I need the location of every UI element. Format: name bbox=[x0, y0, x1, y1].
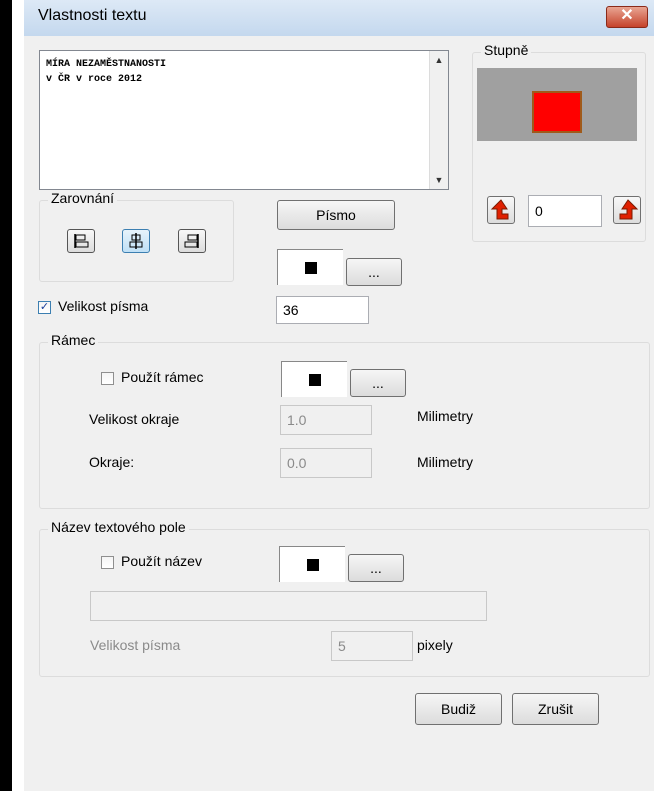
align-right-icon bbox=[184, 234, 199, 248]
ok-button-label: Budiž bbox=[440, 701, 477, 717]
font-size-input[interactable]: 36 bbox=[276, 296, 369, 324]
border-size-label: Velikost okraje bbox=[89, 411, 180, 427]
title-size-input[interactable]: 5 bbox=[331, 631, 413, 661]
title-bar: Vlastnosti textu ✕ bbox=[24, 0, 654, 36]
text-content: MÍRA NEZAMĚSTNANOSTI v ČR v roce 2012 bbox=[46, 57, 166, 87]
rotate-left-arrow-icon bbox=[490, 199, 509, 220]
dialog-body: MÍRA NEZAMĚSTNANOSTI v ČR v roce 2012 ▲ … bbox=[24, 36, 654, 791]
border-size-input[interactable]: 1.0 bbox=[280, 405, 372, 435]
rotate-right-button[interactable] bbox=[613, 196, 641, 224]
margin-unit: Milimetry bbox=[417, 454, 473, 470]
ok-button[interactable]: Budiž bbox=[415, 693, 502, 725]
text-line-2: v ČR v roce 2012 bbox=[46, 74, 143, 85]
rotation-preview bbox=[477, 68, 637, 141]
font-size-label: Velikost písma bbox=[58, 298, 149, 314]
font-color-swatch-fill bbox=[304, 261, 317, 274]
frame-color-swatch[interactable] bbox=[281, 361, 347, 397]
use-title-checkbox[interactable] bbox=[101, 556, 114, 569]
cancel-button-label: Zrušit bbox=[538, 701, 573, 717]
rotation-input[interactable]: 0 bbox=[528, 195, 602, 227]
frame-color-more-button[interactable]: ... bbox=[350, 369, 406, 397]
title-size-unit: pixely bbox=[417, 637, 453, 653]
rotate-left-button[interactable] bbox=[487, 196, 515, 224]
close-button[interactable]: ✕ bbox=[606, 6, 648, 28]
frame-group-label: Rámec bbox=[48, 332, 99, 348]
cancel-button[interactable]: Zrušit bbox=[512, 693, 599, 725]
title-color-swatch[interactable] bbox=[279, 546, 345, 582]
rotation-group-label: Stupně bbox=[481, 42, 532, 58]
window-title: Vlastnosti textu bbox=[38, 7, 147, 24]
scroll-down-arrow-icon[interactable]: ▼ bbox=[430, 171, 448, 189]
text-line-1: MÍRA NEZAMĚSTNANOSTI bbox=[46, 59, 167, 70]
title-color-more-button[interactable]: ... bbox=[348, 554, 404, 582]
align-center-icon bbox=[129, 233, 143, 249]
title-color-swatch-fill bbox=[306, 558, 319, 571]
text-content-area[interactable]: MÍRA NEZAMĚSTNANOSTI v ČR v roce 2012 ▲ … bbox=[39, 50, 449, 190]
border-size-unit: Milimetry bbox=[417, 408, 473, 424]
close-icon: ✕ bbox=[620, 7, 634, 24]
title-color-more-label: ... bbox=[370, 560, 382, 576]
frame-color-swatch-fill bbox=[308, 373, 321, 386]
font-color-more-label: ... bbox=[368, 264, 380, 280]
align-left-icon bbox=[74, 234, 89, 248]
use-frame-label: Použít rámec bbox=[121, 369, 204, 385]
alignment-group-label: Zarovnání bbox=[48, 190, 118, 206]
text-scrollbar[interactable]: ▲ ▼ bbox=[429, 51, 448, 189]
scroll-up-arrow-icon[interactable]: ▲ bbox=[430, 51, 448, 69]
use-title-label: Použít název bbox=[121, 553, 202, 569]
use-frame-checkbox[interactable] bbox=[101, 372, 114, 385]
font-size-checkbox[interactable]: ✓ bbox=[38, 301, 51, 314]
title-text-input[interactable] bbox=[90, 591, 487, 621]
margin-label: Okraje: bbox=[89, 454, 135, 470]
title-size-label: Velikost písma bbox=[90, 637, 181, 653]
margin-input[interactable]: 0.0 bbox=[280, 448, 372, 478]
dialog-window: Vlastnosti textu ✕ MÍRA NEZAMĚSTNANOSTI … bbox=[0, 0, 654, 791]
rotation-preview-box bbox=[532, 91, 582, 133]
font-button-label: Písmo bbox=[316, 207, 356, 223]
align-right-button[interactable] bbox=[178, 229, 206, 253]
font-color-more-button[interactable]: ... bbox=[346, 258, 402, 286]
font-button[interactable]: Písmo bbox=[277, 200, 395, 230]
rotate-right-arrow-icon bbox=[619, 199, 639, 220]
title-group-label: Název textového pole bbox=[48, 519, 189, 535]
font-color-swatch[interactable] bbox=[277, 249, 343, 285]
frame-color-more-label: ... bbox=[372, 375, 384, 391]
align-left-button[interactable] bbox=[67, 229, 95, 253]
align-center-button[interactable] bbox=[122, 229, 150, 253]
